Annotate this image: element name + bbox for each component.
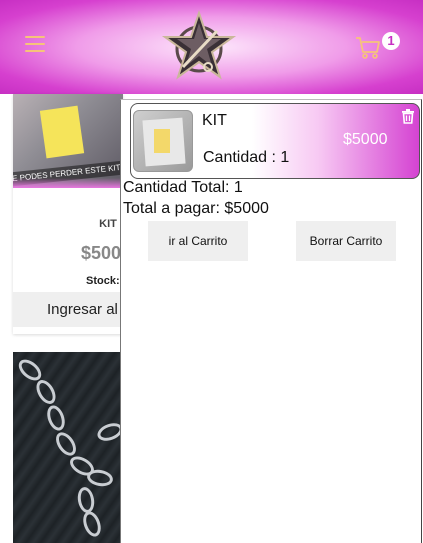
- product-card: TE PODES PERDER ESTE KIT KIT $5000 Stock…: [13, 94, 131, 334]
- shopping-cart-icon[interactable]: [355, 36, 381, 60]
- site-header: 1: [0, 0, 423, 94]
- cart-item-thumbnail: [133, 110, 193, 172]
- cart-item: KIT Cantidad : 1 $5000: [130, 103, 420, 179]
- hamburger-menu-icon[interactable]: [25, 36, 45, 53]
- cart-count-badge: 1: [382, 32, 400, 50]
- cart-item-name: KIT: [202, 112, 227, 129]
- cart-total-quantity: Cantidad Total: 1: [123, 179, 243, 196]
- product-name: KIT: [99, 218, 117, 230]
- add-to-cart-button[interactable]: Ingresar al carrito: [13, 292, 123, 327]
- product-card-chain-image[interactable]: [13, 352, 123, 543]
- product-stock-label: Stock:: [86, 275, 120, 287]
- star-logo-icon[interactable]: [161, 9, 237, 85]
- go-to-cart-button[interactable]: ir al Carrito: [148, 221, 248, 261]
- cart-item-price: $5000: [343, 131, 388, 148]
- trash-icon[interactable]: [399, 107, 417, 125]
- cart-total-to-pay: Total a pagar: $5000: [123, 200, 269, 217]
- cart-dropdown-panel: KIT Cantidad : 1 $5000 Cantidad Total: 1…: [120, 99, 422, 543]
- cart-item-quantity: Cantidad : 1: [203, 149, 290, 166]
- product-image[interactable]: TE PODES PERDER ESTE KIT: [13, 94, 123, 188]
- product-list: TE PODES PERDER ESTE KIT KIT $5000 Stock…: [13, 94, 131, 543]
- clear-cart-button[interactable]: Borrar Carrito: [296, 221, 396, 261]
